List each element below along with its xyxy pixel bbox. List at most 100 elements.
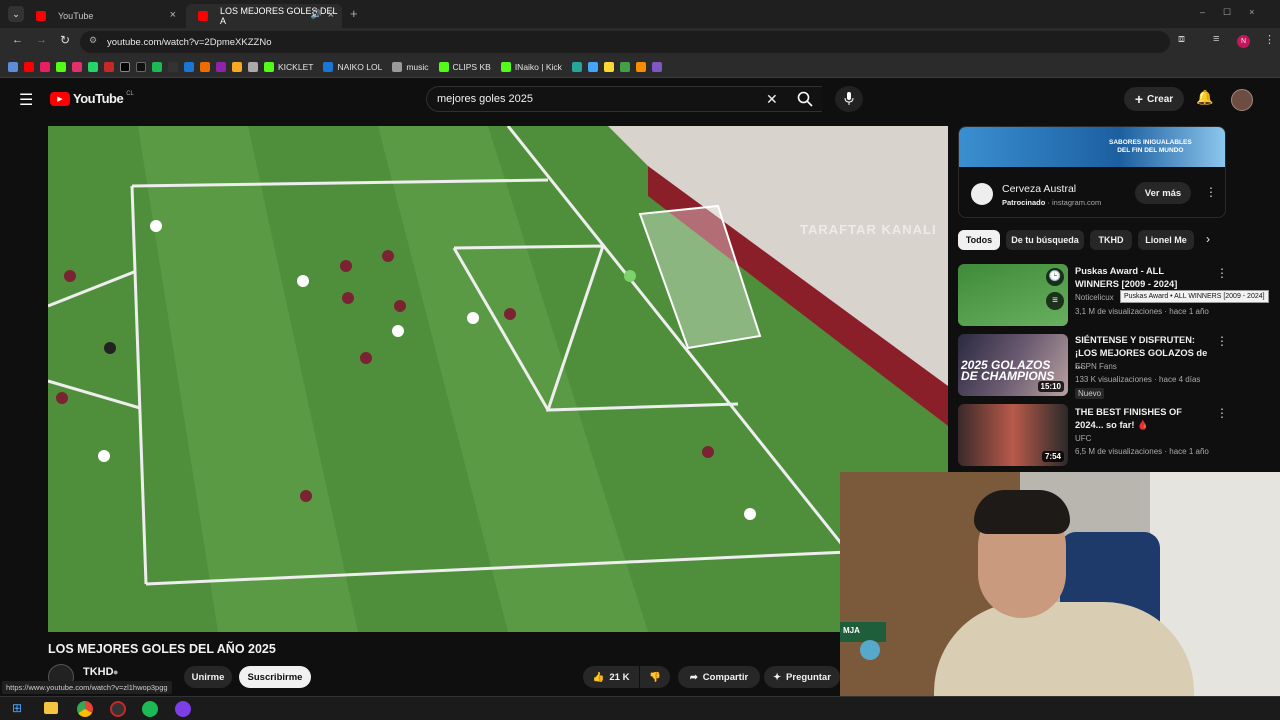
- join-button[interactable]: Unirme: [184, 666, 232, 688]
- bookmark-icon[interactable]: [104, 61, 114, 72]
- create-button[interactable]: + Crear: [1124, 87, 1184, 111]
- bookmark-icon[interactable]: [232, 61, 242, 72]
- tab-youtube[interactable]: YouTube ×: [24, 4, 184, 28]
- address-bar[interactable]: ⚙ youtube.com/watch?v=2DpmeXKZZNo: [80, 31, 1170, 53]
- url-text: youtube.com/watch?v=2DpmeXKZZNo: [107, 37, 272, 48]
- chip-tkhd[interactable]: TKHD: [1090, 230, 1132, 250]
- sponsored-ad-card[interactable]: SABORES INIGUALABLES DEL FIN DEL MUNDO Ce…: [958, 126, 1226, 218]
- video-player[interactable]: TARAFTAR KANALI: [48, 126, 948, 632]
- advertiser-logo: [971, 183, 993, 205]
- rec-title[interactable]: THE BEST FINISHES OF 2024... so far! 🩸: [1075, 406, 1210, 431]
- share-button[interactable]: ➦ Compartir: [678, 666, 760, 688]
- bookmark-whatsapp-icon[interactable]: [88, 61, 98, 72]
- rec-thumbnail[interactable]: 7:54: [958, 404, 1068, 466]
- channel-name[interactable]: TKHD: [83, 666, 114, 678]
- close-tab-icon[interactable]: ×: [328, 9, 334, 21]
- extensions-icon[interactable]: ⧈: [1178, 33, 1185, 46]
- bookmark-icon[interactable]: [40, 61, 50, 72]
- close-tab-icon[interactable]: ×: [170, 9, 176, 21]
- bookmark-clips-kb[interactable]: CLIPS KB: [438, 61, 491, 72]
- new-tab-icon[interactable]: +: [350, 6, 358, 21]
- bookmark-icon[interactable]: [635, 61, 646, 72]
- bookmark-spotify-icon[interactable]: [152, 61, 162, 72]
- dislike-button[interactable]: 👎: [640, 666, 670, 688]
- add-to-queue-icon[interactable]: ≡: [1046, 292, 1064, 310]
- like-button[interactable]: 👍 21 K: [583, 666, 639, 688]
- search-icon: [797, 91, 813, 107]
- bookmark-icon[interactable]: [619, 61, 630, 72]
- back-icon[interactable]: ←: [12, 34, 23, 46]
- link-status-bar: https://www.youtube.com/watch?v=zl1hwop3…: [2, 681, 172, 694]
- ad-more-icon[interactable]: ⋮: [1205, 185, 1217, 199]
- bookmark-inaiko-kick[interactable]: INaiko | Kick: [500, 61, 562, 72]
- rec-more-icon[interactable]: ⋮: [1216, 266, 1228, 280]
- forward-icon[interactable]: →: [36, 34, 47, 46]
- rec-thumbnail[interactable]: 🕒 ≡: [958, 264, 1068, 326]
- reload-icon[interactable]: ↻: [60, 33, 70, 47]
- bookmark-kicklet[interactable]: KICKLET: [264, 61, 313, 72]
- media-controls-icon[interactable]: ≡: [1213, 33, 1219, 45]
- voice-search-button[interactable]: [835, 86, 863, 112]
- youtube-logo[interactable]: ▶ YouTube CL: [50, 91, 134, 106]
- ad-cta-button[interactable]: Ver más: [1135, 182, 1191, 204]
- app-icon[interactable]: [175, 701, 191, 717]
- chip-all[interactable]: Todos: [958, 230, 1000, 250]
- tab-active-video[interactable]: LOS MEJORES GOLES DEL A 🔊 ×: [186, 4, 342, 28]
- bookmark-icon[interactable]: [184, 61, 194, 72]
- bookmark-tiktok-icon[interactable]: [136, 61, 146, 72]
- notifications-bell-icon[interactable]: 🔔: [1196, 89, 1213, 106]
- bookmark-icon[interactable]: [248, 61, 258, 72]
- rec-channel[interactable]: ESPN Fans: [1075, 362, 1117, 371]
- bookmark-icon[interactable]: [571, 61, 582, 72]
- tooltip: Puskas Award • ALL WINNERS [2009 - 2024]: [1120, 290, 1269, 303]
- subscribe-button[interactable]: Suscribirme: [239, 666, 311, 688]
- audio-playing-icon[interactable]: 🔊: [311, 9, 322, 20]
- bookmark-icon[interactable]: [651, 61, 662, 72]
- bookmark-icon[interactable]: [603, 61, 614, 72]
- clear-search-icon[interactable]: ✕: [766, 91, 778, 108]
- site-info-icon[interactable]: ⚙: [89, 35, 97, 46]
- bookmark-icon[interactable]: [56, 61, 66, 72]
- search-button[interactable]: [788, 86, 822, 112]
- spotify-icon[interactable]: [142, 701, 158, 717]
- chip-lionel[interactable]: Lionel Me: [1138, 230, 1194, 250]
- ad-banner-text: SABORES INIGUALABLES DEL FIN DEL MUNDO: [1109, 139, 1192, 154]
- window-controls[interactable]: –☐×: [1200, 7, 1272, 18]
- like-count: 21 K: [609, 671, 630, 683]
- bookmark-x-icon[interactable]: [120, 61, 130, 72]
- bookmark-icon[interactable]: [587, 61, 598, 72]
- thumbnail-text: 2025 GOLAZOS DE CHAMPIONS: [961, 358, 1055, 383]
- menu-icon[interactable]: ☰: [19, 90, 33, 110]
- rec-more-icon[interactable]: ⋮: [1216, 406, 1228, 420]
- apps-icon[interactable]: [8, 61, 18, 72]
- rec-more-icon[interactable]: ⋮: [1216, 334, 1228, 348]
- rec-channel[interactable]: Noticelicux: [1075, 293, 1114, 302]
- account-avatar[interactable]: [1231, 89, 1253, 111]
- chrome-icon[interactable]: [77, 701, 93, 717]
- bookmark-music[interactable]: music: [392, 61, 429, 72]
- bookmark-icon[interactable]: [168, 61, 178, 72]
- tab-search-button[interactable]: ⌄: [8, 6, 24, 22]
- chip-from-search[interactable]: De tu búsqueda: [1006, 230, 1084, 250]
- webcam-overlay: MJA: [840, 472, 1280, 720]
- rec-title[interactable]: Puskas Award - ALL WINNERS [2009 - 2024]: [1075, 265, 1210, 290]
- browser-menu-icon[interactable]: ⋮: [1264, 33, 1275, 46]
- file-explorer-icon[interactable]: [44, 702, 58, 714]
- profile-avatar-icon[interactable]: N: [1237, 35, 1250, 48]
- bookmark-instagram-icon[interactable]: [72, 61, 82, 72]
- bookmark-naiko-lol[interactable]: NAIKO LOL: [323, 61, 382, 72]
- ask-button[interactable]: ✦ Preguntar: [764, 666, 840, 688]
- rec-channel[interactable]: UFC: [1075, 434, 1091, 443]
- ad-banner-image[interactable]: SABORES INIGUALABLES DEL FIN DEL MUNDO: [959, 127, 1225, 167]
- chevron-right-icon[interactable]: ›: [1206, 232, 1210, 246]
- rec-thumbnail[interactable]: 2025 GOLAZOS DE CHAMPIONS 15:10: [958, 334, 1068, 396]
- bookmark-icon[interactable]: [216, 61, 226, 72]
- app-icon[interactable]: [110, 701, 126, 717]
- watch-later-icon[interactable]: 🕒: [1046, 268, 1064, 286]
- bookmark-icon[interactable]: [200, 61, 210, 72]
- bookmark-youtube-icon[interactable]: [24, 61, 34, 72]
- search-input[interactable]: mejores goles 2025: [426, 86, 822, 112]
- rec-meta: 3,1 M de visualizaciones · hace 1 año: [1075, 307, 1209, 316]
- windows-start-icon[interactable]: ⊞: [12, 701, 22, 715]
- tab-label: LOS MEJORES GOLES DEL A: [220, 6, 338, 26]
